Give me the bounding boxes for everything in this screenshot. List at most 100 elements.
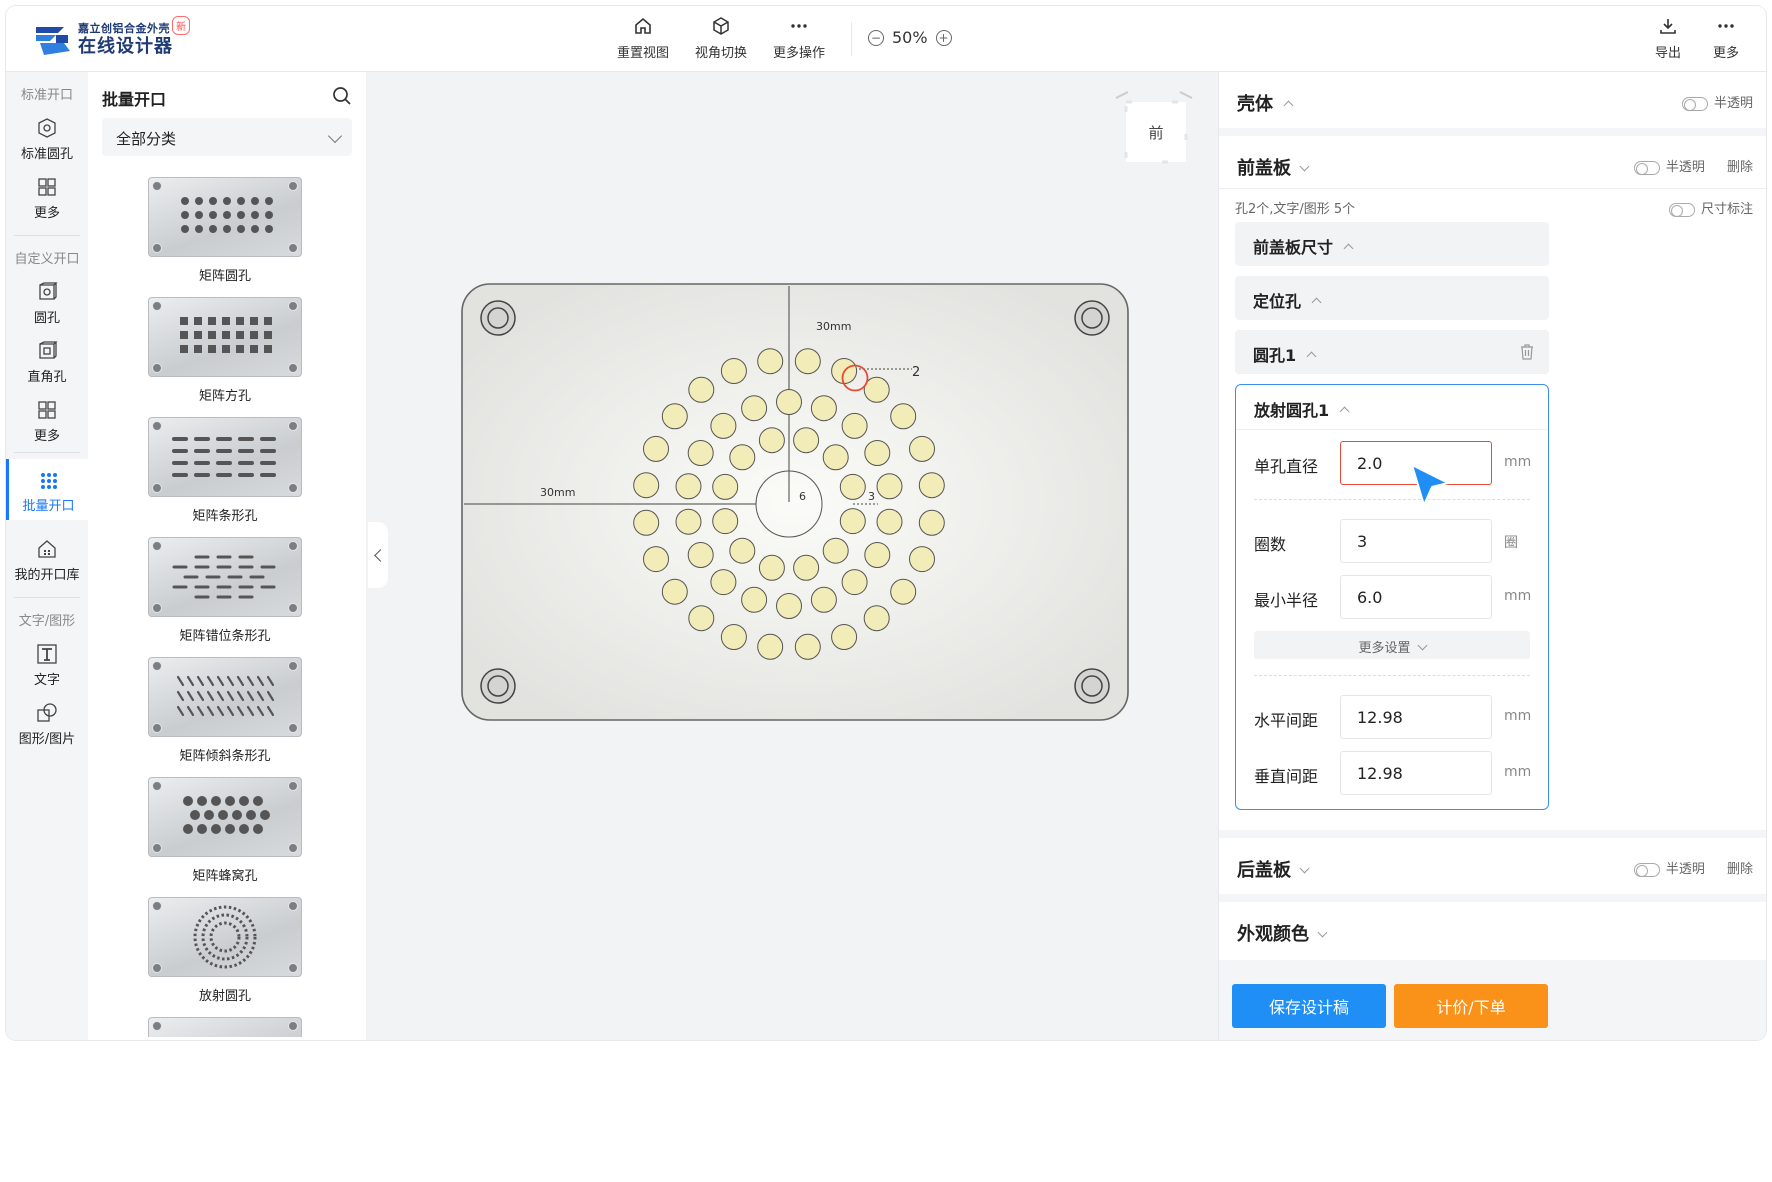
front-cover-header[interactable]: 前盖板 [1237,154,1310,180]
trash-icon[interactable] [1519,343,1535,361]
radial-hole [909,435,935,462]
catalog-item-partial[interactable] [148,1017,302,1037]
dim-mark-label: 尺寸标注 [1700,202,1753,217]
radial-hole [643,546,669,573]
locating-hole-card[interactable]: 定位孔 [1235,276,1549,320]
more-settings-button[interactable]: 更多设置 [1254,631,1530,659]
front-delete-button[interactable]: 删除 [1727,160,1753,175]
zoom-level: 50% [892,28,928,47]
rail-item-round-hole[interactable]: 圆孔 [6,281,88,326]
sub-section-label: 前盖板尺寸 [1253,238,1334,257]
more-actions-button[interactable]: 更多操作 [772,16,826,61]
back-translucent-toggle[interactable]: 半透明 [1633,862,1705,877]
radial-hole [661,403,688,430]
front-size-card[interactable]: 前盖板尺寸 [1235,222,1549,266]
radial-title: 放射圆孔1 [1254,401,1330,420]
rings-input[interactable]: 3 [1340,519,1492,563]
catalog-item-label: 矩阵蜂窝孔 [192,869,258,884]
divider [1254,499,1530,500]
catalog-title: 批量开口 [102,90,167,109]
min-radius-input[interactable]: 6.0 [1340,575,1492,619]
save-design-button[interactable]: 保存设计稿 [1232,984,1386,1028]
zoom-in-button[interactable]: + [935,29,952,46]
radial-hole [810,395,837,422]
round-hole1-card[interactable]: 圆孔1 [1235,330,1549,374]
reset-view-label: 重置视图 [616,46,669,61]
rail-label: 直角孔 [27,370,67,385]
export-button[interactable]: 导出 [1648,16,1688,61]
shell-translucent-toggle[interactable]: 半透明 [1681,92,1753,111]
rail-label: 更多 [33,429,60,444]
field-h-spacing: 水平间距 12.98 mm [1254,695,1534,739]
v-spacing-input[interactable]: 12.98 [1340,751,1492,795]
radial-hole [661,578,688,605]
catalog-item-label: 矩阵倾斜条形孔 [179,749,271,764]
h-spacing-input[interactable]: 12.98 [1340,695,1492,739]
dimension-mark-toggle[interactable]: 尺寸标注 [1668,198,1753,217]
radial-hole [720,358,747,384]
catalog-item-slanted-strip[interactable]: 矩阵倾斜条形孔 [148,657,302,764]
rail-item-shape[interactable]: 图形/图片 [6,702,88,747]
catalog-item-label: 矩阵圆孔 [198,269,251,284]
app-logo[interactable]: 嘉立创铝合金外壳 在线设计器 新 [34,16,190,62]
more-button[interactable]: 更多 [1706,16,1746,61]
thumbnail [148,897,302,977]
color-section: 外观颜色 [1219,902,1766,960]
catalog-item-offset-strip[interactable]: 矩阵错位条形孔 [148,537,302,644]
radial-hole [710,412,737,439]
thumbnail [148,657,302,737]
catalog-item-matrix-strip[interactable]: 矩阵条形孔 [148,417,302,524]
catalog-item-honeycomb[interactable]: 矩阵蜂窝孔 [148,777,302,884]
design-canvas[interactable]: 前 30mm 30mm 6 3 2 [366,72,1218,1040]
radial-header[interactable]: 放射圆孔1 [1254,397,1350,421]
sub-section-label: 定位孔 [1253,292,1302,311]
thumbnail [148,297,302,377]
rail-item-batch-active[interactable]: 批量开口 [6,459,88,520]
back-cover-header[interactable]: 后盖板 [1237,856,1310,882]
rail-item-more-standard[interactable]: 更多 [6,176,88,221]
color-header[interactable]: 外观颜色 [1237,920,1328,946]
radial-hole [839,508,866,535]
mouse-cursor-icon [1411,464,1449,506]
catalog-item-matrix-round[interactable]: 矩阵圆孔 [148,177,302,284]
chevron-up-icon [1311,297,1322,308]
category-select[interactable]: 全部分类 [102,118,352,156]
radial-hole [720,624,747,650]
rail-item-rect-hole[interactable]: 直角孔 [6,340,88,385]
toolbar-divider [851,22,852,56]
download-icon [1660,19,1676,34]
catalog-item-matrix-square[interactable]: 矩阵方孔 [148,297,302,404]
rail-item-text[interactable]: 文字 [6,643,88,688]
field-unit: mm [1504,708,1532,724]
more-dots-icon [791,24,807,28]
field-label: 圈数 [1254,535,1287,554]
zoom-out-button[interactable]: − [868,29,884,46]
reset-view-button[interactable]: 重置视图 [616,16,670,61]
radial-hole [741,395,768,422]
front-panel-drawing[interactable]: 30mm 30mm 6 3 2 [366,72,1218,1040]
search-icon[interactable] [332,86,352,106]
shell-header[interactable]: 壳体 [1237,90,1294,116]
radial-hole [918,472,945,499]
rail-item-library[interactable]: 我的开口库 [6,538,88,583]
radial-hole [876,473,903,500]
view-switch-button[interactable]: 视角切换 [694,16,748,61]
color-title: 外观颜色 [1237,924,1309,945]
back-delete-button[interactable]: 删除 [1727,862,1753,877]
front-translucent-toggle[interactable]: 半透明 [1633,160,1705,175]
new-badge: 新 [172,16,190,35]
radial-hole [822,537,849,564]
batch-dots-icon [40,473,57,489]
rail-group-text: 文字/图形 [18,614,76,629]
order-button[interactable]: 计价/下单 [1394,984,1548,1028]
radial-hole [757,633,784,660]
field-unit: mm [1504,588,1532,604]
radial-hole [688,605,715,632]
catalog-item-radial[interactable]: 放射圆孔 [148,897,302,1004]
catalog-item-label: 矩阵条形孔 [192,509,258,524]
toggle-switch [1668,202,1695,217]
radial-hole [890,403,917,430]
rail-item-standard-round[interactable]: 标准圆孔 [6,117,88,162]
back-cover-section: 后盖板 半透明 删除 [1219,838,1766,894]
rail-item-more-custom[interactable]: 更多 [6,399,88,444]
